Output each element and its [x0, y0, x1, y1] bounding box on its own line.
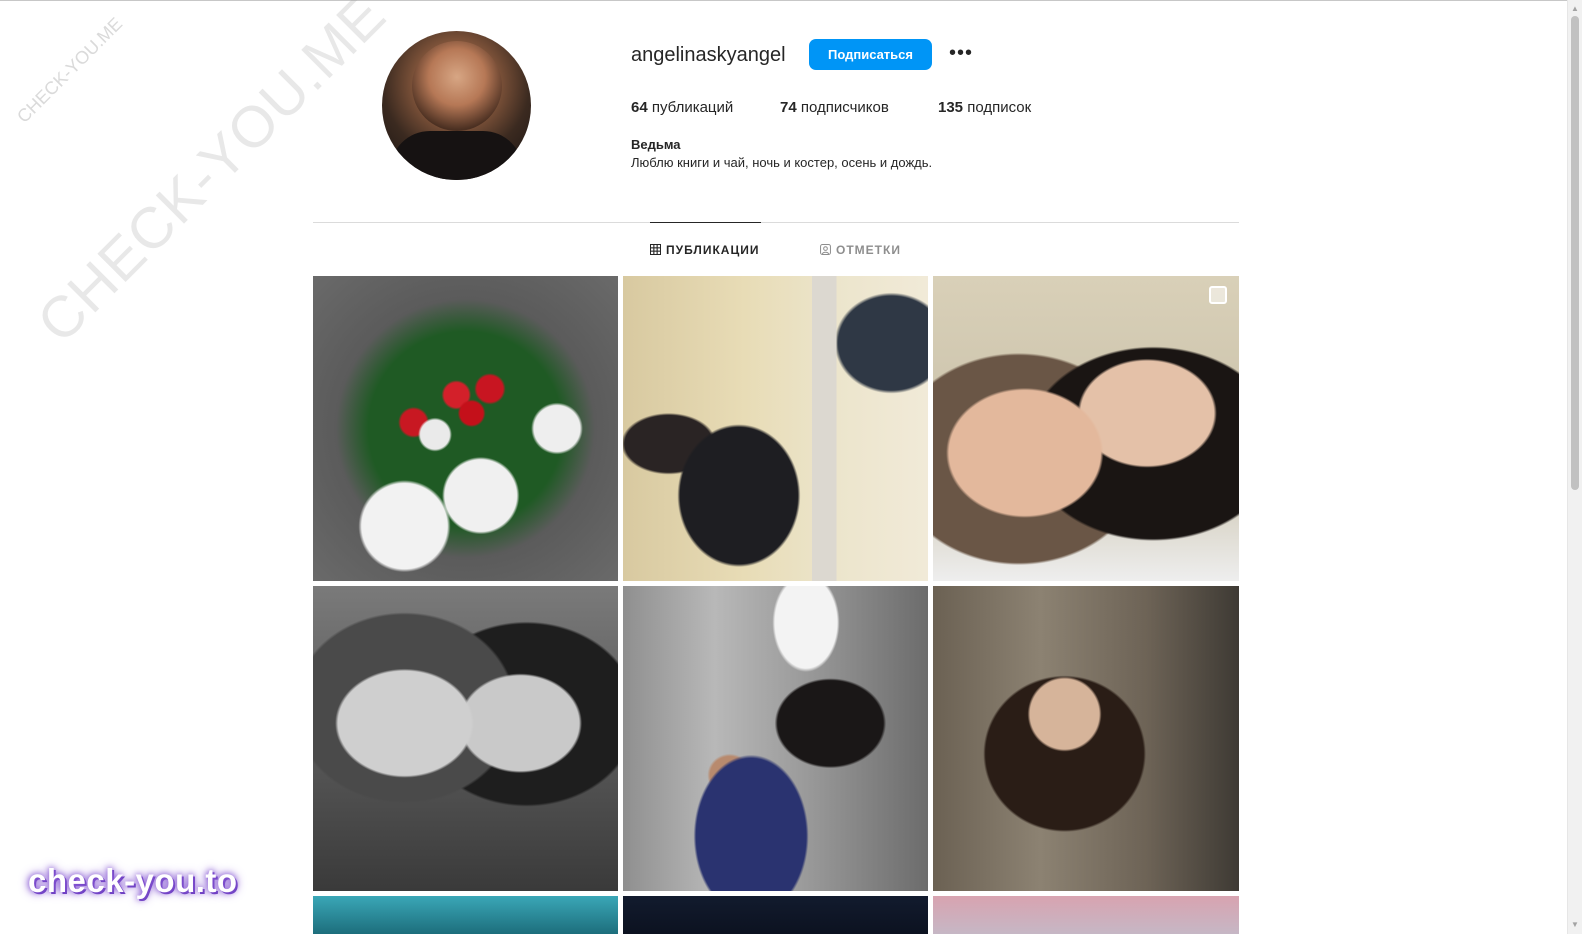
tab-posts[interactable]: ПУБЛИКАЦИИ: [650, 243, 759, 257]
watermark-bottom: check-you.to: [28, 862, 238, 899]
bio-text: Люблю книги и чай, ночь и костер, осень …: [631, 155, 933, 170]
stat-following[interactable]: 135 подписок: [938, 99, 1031, 116]
active-tab-indicator: [650, 222, 761, 223]
avatar-face: [412, 41, 502, 131]
window-top-border: [0, 0, 1568, 1]
scrollbar-thumb[interactable]: [1571, 16, 1579, 490]
stat-posts-label: публикаций: [651, 99, 734, 116]
more-options-icon[interactable]: •••: [948, 42, 974, 66]
vertical-scrollbar[interactable]: ▲ ▼: [1567, 0, 1582, 934]
stat-followers-label: подписчиков: [800, 99, 889, 116]
post-thumbnail[interactable]: [933, 896, 1239, 934]
stat-posts-count: 64: [631, 99, 648, 116]
grid-icon: [650, 244, 661, 255]
scroll-down-arrow-icon[interactable]: ▼: [1568, 918, 1582, 932]
tab-posts-label: ПУБЛИКАЦИИ: [666, 243, 760, 257]
post-thumbnail[interactable]: [313, 276, 618, 581]
stat-following-label: подписок: [967, 99, 1032, 116]
follow-button[interactable]: Подписаться: [809, 39, 932, 70]
stat-followers[interactable]: 74 подписчиков: [780, 99, 889, 116]
stat-following-count: 135: [938, 99, 964, 116]
post-thumbnail[interactable]: [933, 586, 1239, 891]
carousel-icon: [1209, 286, 1227, 304]
stat-posts: 64 публикаций: [631, 99, 733, 116]
watermark-small: CHECK-YOU.ME: [13, 13, 127, 127]
tab-tagged-label: ОТМЕТКИ: [836, 243, 901, 257]
post-thumbnail[interactable]: [933, 276, 1239, 581]
post-thumbnail[interactable]: [313, 586, 618, 891]
profile-avatar[interactable]: [382, 31, 531, 180]
profile-username: angelinaskyangel: [631, 44, 786, 66]
tabs-divider: [313, 222, 1239, 223]
tab-tagged[interactable]: ОТМЕТКИ: [820, 243, 901, 257]
post-thumbnail[interactable]: [313, 896, 618, 934]
scroll-up-arrow-icon[interactable]: ▲: [1568, 2, 1582, 16]
avatar-shirt: [390, 131, 523, 180]
bio-name: Ведьма: [631, 137, 681, 152]
tagged-user-icon: [820, 244, 831, 255]
post-thumbnail[interactable]: [623, 896, 928, 934]
post-thumbnail[interactable]: [623, 586, 928, 891]
stat-followers-count: 74: [780, 99, 797, 116]
post-thumbnail[interactable]: [623, 276, 928, 581]
